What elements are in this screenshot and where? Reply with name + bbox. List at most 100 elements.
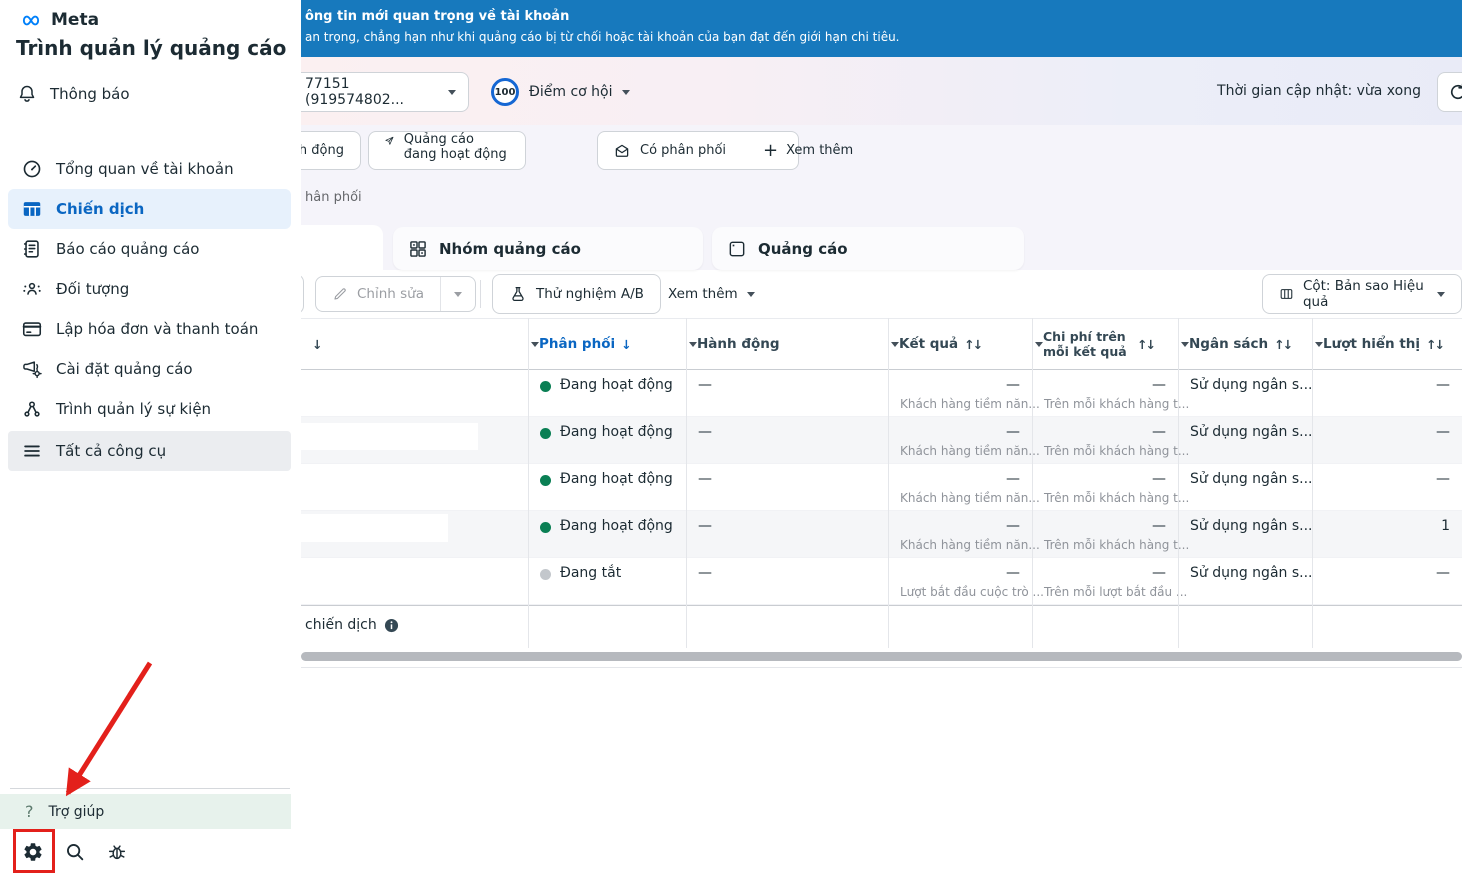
last-updated-label: Thời gian cập nhật: vừa xong <box>1217 83 1421 99</box>
results-cell: — Khách hàng tiềm năn... <box>900 518 1040 552</box>
table-row[interactable]: Đang hoạt động — — Khách hàng tiềm năn... — T… <box>301 511 1462 558</box>
cost-cell: — Trên mỗi khách hàng t... <box>1044 424 1190 458</box>
search-icon[interactable] <box>64 841 86 863</box>
status-dot-icon <box>540 569 551 580</box>
filter-more-button[interactable]: + Xem thêm <box>763 131 853 170</box>
delivery-cell: Đang hoạt động <box>528 370 686 416</box>
budget-cell: Sử dụng ngân s... <box>1190 424 1313 440</box>
flask-icon <box>509 285 527 303</box>
status-dot-icon <box>540 522 551 533</box>
results-cell: — Khách hàng tiềm năn... <box>900 377 1040 411</box>
account-selector[interactable]: 77151 (919574802... <box>289 72 469 112</box>
header-campaign-name[interactable]: ↓ <box>301 319 548 369</box>
sidebar-item-campaigns[interactable]: Chiến dịch <box>8 189 291 229</box>
refresh-button[interactable] <box>1437 72 1462 112</box>
edit-button[interactable]: Chỉnh sửa <box>316 277 440 311</box>
sort-icon: ↑↓ <box>1426 336 1445 352</box>
chevron-down-icon <box>746 291 755 297</box>
header-delivery[interactable]: Phân phối ↓ <box>528 319 706 369</box>
table-row[interactable]: Đang hoạt động — — Khách hàng tiềm năn... — T… <box>301 370 1462 417</box>
report-icon <box>21 238 43 260</box>
sort-icon: ↑↓ <box>1274 336 1293 352</box>
sidebar-divider <box>10 788 290 789</box>
budget-cell: Sử dụng ngân s... <box>1190 565 1313 581</box>
columns-button[interactable]: Cột: Bản sao Hiệu quả <box>1262 274 1462 314</box>
impressions-cell: 1 <box>1441 518 1450 534</box>
notifications-button[interactable]: Thông báo <box>17 84 130 104</box>
campaign-name-cell <box>301 511 528 557</box>
columns-icon <box>1279 285 1294 303</box>
sort-icon: ↑↓ <box>964 336 983 352</box>
redacted-name <box>301 514 448 542</box>
help-button[interactable]: ? Trợ giúp <box>0 794 291 829</box>
info-icon[interactable] <box>384 618 399 633</box>
status-dot-icon <box>540 428 551 439</box>
toolbar-more-button[interactable]: Xem thêm <box>668 274 755 314</box>
table-row[interactable]: Đang tắt — — Lượt bắt đầu cuộc trò ... — Trên… <box>301 558 1462 605</box>
ads-manager-screen: ông tin mới quan trọng về tài khoản an t… <box>0 0 1462 876</box>
opportunity-score-label: Điểm cơ hội <box>529 84 613 100</box>
send-icon <box>384 132 395 150</box>
campaign-name-cell <box>301 370 528 416</box>
menu-icon <box>21 440 43 462</box>
bug-icon[interactable] <box>106 841 128 863</box>
delivery-cell: Đang hoạt động <box>528 464 686 510</box>
edit-dropdown-button[interactable] <box>440 277 475 311</box>
pencil-icon <box>332 286 348 302</box>
results-cell: — Khách hàng tiềm năn... <box>900 424 1040 458</box>
delivery-status: Đang hoạt động <box>560 377 673 393</box>
table-column-divider <box>528 318 529 648</box>
opportunity-score-ring: 100 <box>491 78 519 106</box>
header-impressions[interactable]: Lượt hiển thị ↑↓ <box>1312 319 1462 369</box>
sidebar-item-all-tools[interactable]: Tất cả công cụ <box>8 431 291 471</box>
gauge-icon <box>21 158 43 180</box>
header-cost-per-result[interactable]: Chi phí trên mỗi kết quả ↑↓ <box>1032 319 1198 369</box>
sidebar-nav: Tổng quan về tài khoản Chiến dịch Báo cáo … <box>8 149 291 471</box>
delivery-cell: Đang hoạt động <box>528 511 686 557</box>
table-icon <box>21 198 43 220</box>
sidebar-item-events-manager[interactable]: Trình quản lý sự kiện <box>8 389 291 429</box>
edit-button-group[interactable]: Chỉnh sửa <box>315 276 476 312</box>
cost-cell: — Trên mỗi khách hàng t... <box>1044 471 1190 505</box>
filter-chip-active-ads[interactable]: Quảng cáo đang hoạt động <box>368 131 526 170</box>
meta-logo: Meta <box>16 10 99 30</box>
sidebar-item-audiences[interactable]: Đối tượng <box>8 269 291 309</box>
sort-icon: ↑↓ <box>1137 336 1156 352</box>
delivery-status: Đang hoạt động <box>560 471 673 487</box>
partial-breadcrumb: hân phối <box>305 190 362 205</box>
action-cell: — <box>698 377 712 393</box>
budget-cell: Sử dụng ngân s... <box>1190 471 1313 487</box>
table-row[interactable]: Đang hoạt động — — Khách hàng tiềm năn... — T… <box>301 464 1462 511</box>
action-cell: — <box>698 565 712 581</box>
question-icon: ? <box>25 802 34 821</box>
grid-icon <box>408 239 428 259</box>
delivery-status: Đang hoạt động <box>560 424 673 440</box>
sidebar-item-ads-reporting[interactable]: Báo cáo quảng cáo <box>8 229 291 269</box>
sidebar-item-account-overview[interactable]: Tổng quan về tài khoản <box>8 149 291 189</box>
table-row[interactable]: Đang hoạt động — — Khách hàng tiềm năn... — T… <box>301 417 1462 464</box>
status-dot-icon <box>540 475 551 486</box>
status-dot-icon <box>540 381 551 392</box>
table-body: Đang hoạt động — — Khách hàng tiềm năn... — T… <box>301 370 1462 605</box>
tab-ads[interactable]: Quảng cáo <box>712 227 1024 270</box>
delivery-status: Đang tắt <box>560 565 622 581</box>
sidebar-item-billing[interactable]: Lập hóa đơn và thanh toán <box>8 309 291 349</box>
delivery-status: Đang hoạt động <box>560 518 673 534</box>
ab-test-button[interactable]: Thử nghiệm A/B <box>492 274 661 314</box>
impressions-cell: — <box>1436 565 1450 581</box>
cost-cell: — Trên mỗi khách hàng t... <box>1044 518 1190 552</box>
tab-ad-sets[interactable]: Nhóm quảng cáo <box>393 227 703 270</box>
billing-icon <box>21 318 43 340</box>
header-action[interactable]: Hành động <box>686 319 908 369</box>
results-cell: — Khách hàng tiềm năn... <box>900 471 1040 505</box>
toolbar-divider <box>480 280 481 308</box>
header-results[interactable]: Kết quả ↑↓ <box>888 319 1052 369</box>
sidebar-item-ad-settings[interactable]: Cài đặt quảng cáo <box>8 349 291 389</box>
action-cell: — <box>698 424 712 440</box>
budget-cell: Sử dụng ngân s... <box>1190 518 1313 534</box>
results-cell: — Lượt bắt đầu cuộc trò ... <box>900 565 1044 599</box>
impressions-cell: — <box>1436 377 1450 393</box>
opportunity-score[interactable]: 100 Điểm cơ hội <box>491 78 631 106</box>
horizontal-scrollbar[interactable] <box>301 652 1462 661</box>
header-budget[interactable]: Ngân sách ↑↓ <box>1178 319 1332 369</box>
